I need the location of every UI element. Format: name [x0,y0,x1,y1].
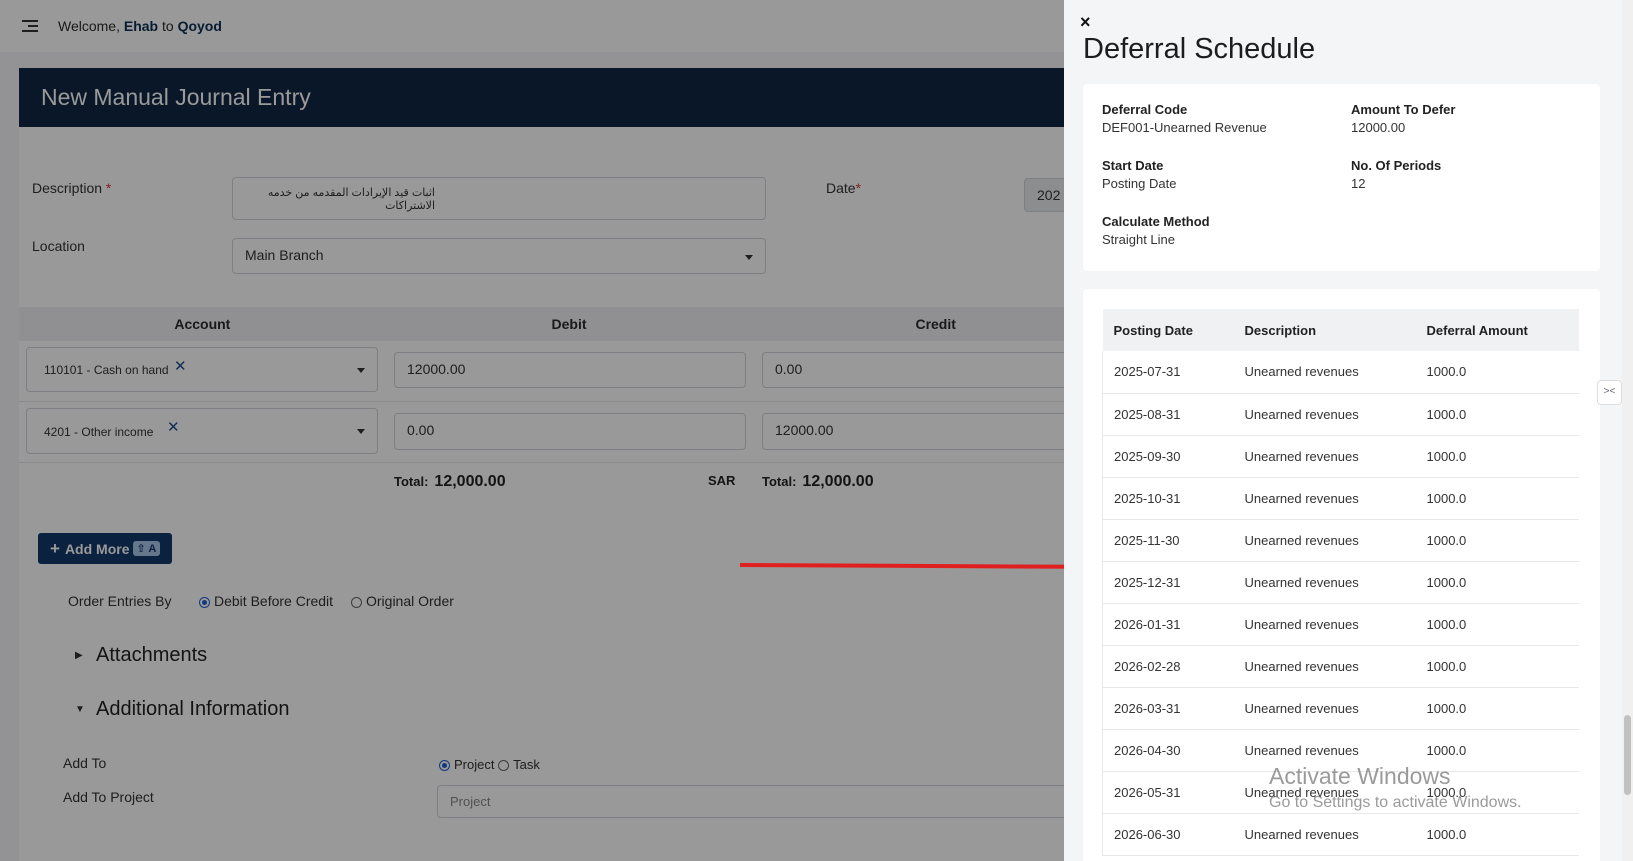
close-icon[interactable]: × [1080,12,1091,33]
page-scrollbar[interactable] [1622,0,1633,861]
table-row: 2026-06-30 Unearned revenues 1000.0 [1102,813,1579,856]
col-posting-date: Posting Date [1102,309,1234,351]
description-cell: Unearned revenues [1233,645,1416,688]
description-cell: Unearned revenues [1233,813,1416,856]
description-cell: Unearned revenues [1233,435,1416,478]
panel-title: Deferral Schedule [1083,33,1316,65]
posting-date-cell: 2025-12-31 [1102,561,1234,604]
posting-date-cell: 2026-01-31 [1102,603,1234,646]
start-date: Start Date Posting Date [1102,158,1177,191]
amount-cell: 1000.0 [1415,687,1579,730]
deferral-schedule-panel: × Deferral Schedule Deferral Code DEF001-… [1064,0,1633,861]
amount-cell: 1000.0 [1415,603,1579,646]
table-row: 2025-07-31 Unearned revenues 1000.0 [1102,351,1579,394]
posting-date-cell: 2026-04-30 [1102,729,1234,772]
amount-cell: 1000.0 [1415,519,1579,562]
amount-cell: 1000.0 [1415,393,1579,436]
description-cell: Unearned revenues [1233,561,1416,604]
col-deferral-amount: Deferral Amount [1415,309,1579,351]
posting-date-cell: 2025-08-31 [1102,393,1234,436]
description-cell: Unearned revenues [1233,603,1416,646]
description-cell: Unearned revenues [1233,351,1416,394]
posting-date-cell: 2025-10-31 [1102,477,1234,520]
windows-watermark: Activate Windows Go to Settings to activ… [1269,763,1522,811]
table-header-row: Posting Date Description Deferral Amount [1102,309,1579,351]
amount-cell: 1000.0 [1415,435,1579,478]
amount-cell: 1000.0 [1415,645,1579,688]
table-row: 2025-11-30 Unearned revenues 1000.0 [1102,519,1579,562]
posting-date-cell: 2025-11-30 [1102,519,1234,562]
posting-date-cell: 2025-07-31 [1102,351,1234,394]
posting-date-cell: 2026-02-28 [1102,645,1234,688]
modal-backdrop[interactable] [0,0,1064,861]
table-row: 2025-10-31 Unearned revenues 1000.0 [1102,477,1579,520]
collapse-panel-icon[interactable]: >< [1597,380,1622,405]
table-row: 2025-12-31 Unearned revenues 1000.0 [1102,561,1579,604]
posting-date-cell: 2025-09-30 [1102,435,1234,478]
amount-cell: 1000.0 [1415,813,1579,856]
posting-date-cell: 2026-06-30 [1102,813,1234,856]
posting-date-cell: 2026-05-31 [1102,771,1234,814]
description-cell: Unearned revenues [1233,519,1416,562]
deferral-info-card: Deferral Code DEF001-Unearned Revenue Amo… [1083,84,1600,271]
amount-cell: 1000.0 [1415,351,1579,394]
table-row: 2026-02-28 Unearned revenues 1000.0 [1102,645,1579,688]
amount-cell: 1000.0 [1415,561,1579,604]
col-description: Description [1233,309,1416,351]
amount-to-defer: Amount To Defer 12000.00 [1351,102,1456,135]
description-cell: Unearned revenues [1233,477,1416,520]
table-row: 2026-03-31 Unearned revenues 1000.0 [1102,687,1579,730]
description-cell: Unearned revenues [1233,393,1416,436]
scrollbar-thumb[interactable] [1624,715,1631,795]
table-row: 2026-01-31 Unearned revenues 1000.0 [1102,603,1579,646]
deferral-code: Deferral Code DEF001-Unearned Revenue [1102,102,1267,135]
description-cell: Unearned revenues [1233,687,1416,730]
posting-date-cell: 2026-03-31 [1102,687,1234,730]
table-row: 2025-08-31 Unearned revenues 1000.0 [1102,393,1579,436]
calculate-method: Calculate Method Straight Line [1102,214,1210,247]
amount-cell: 1000.0 [1415,477,1579,520]
table-row: 2025-09-30 Unearned revenues 1000.0 [1102,435,1579,478]
number-of-periods: No. Of Periods 12 [1351,158,1442,191]
